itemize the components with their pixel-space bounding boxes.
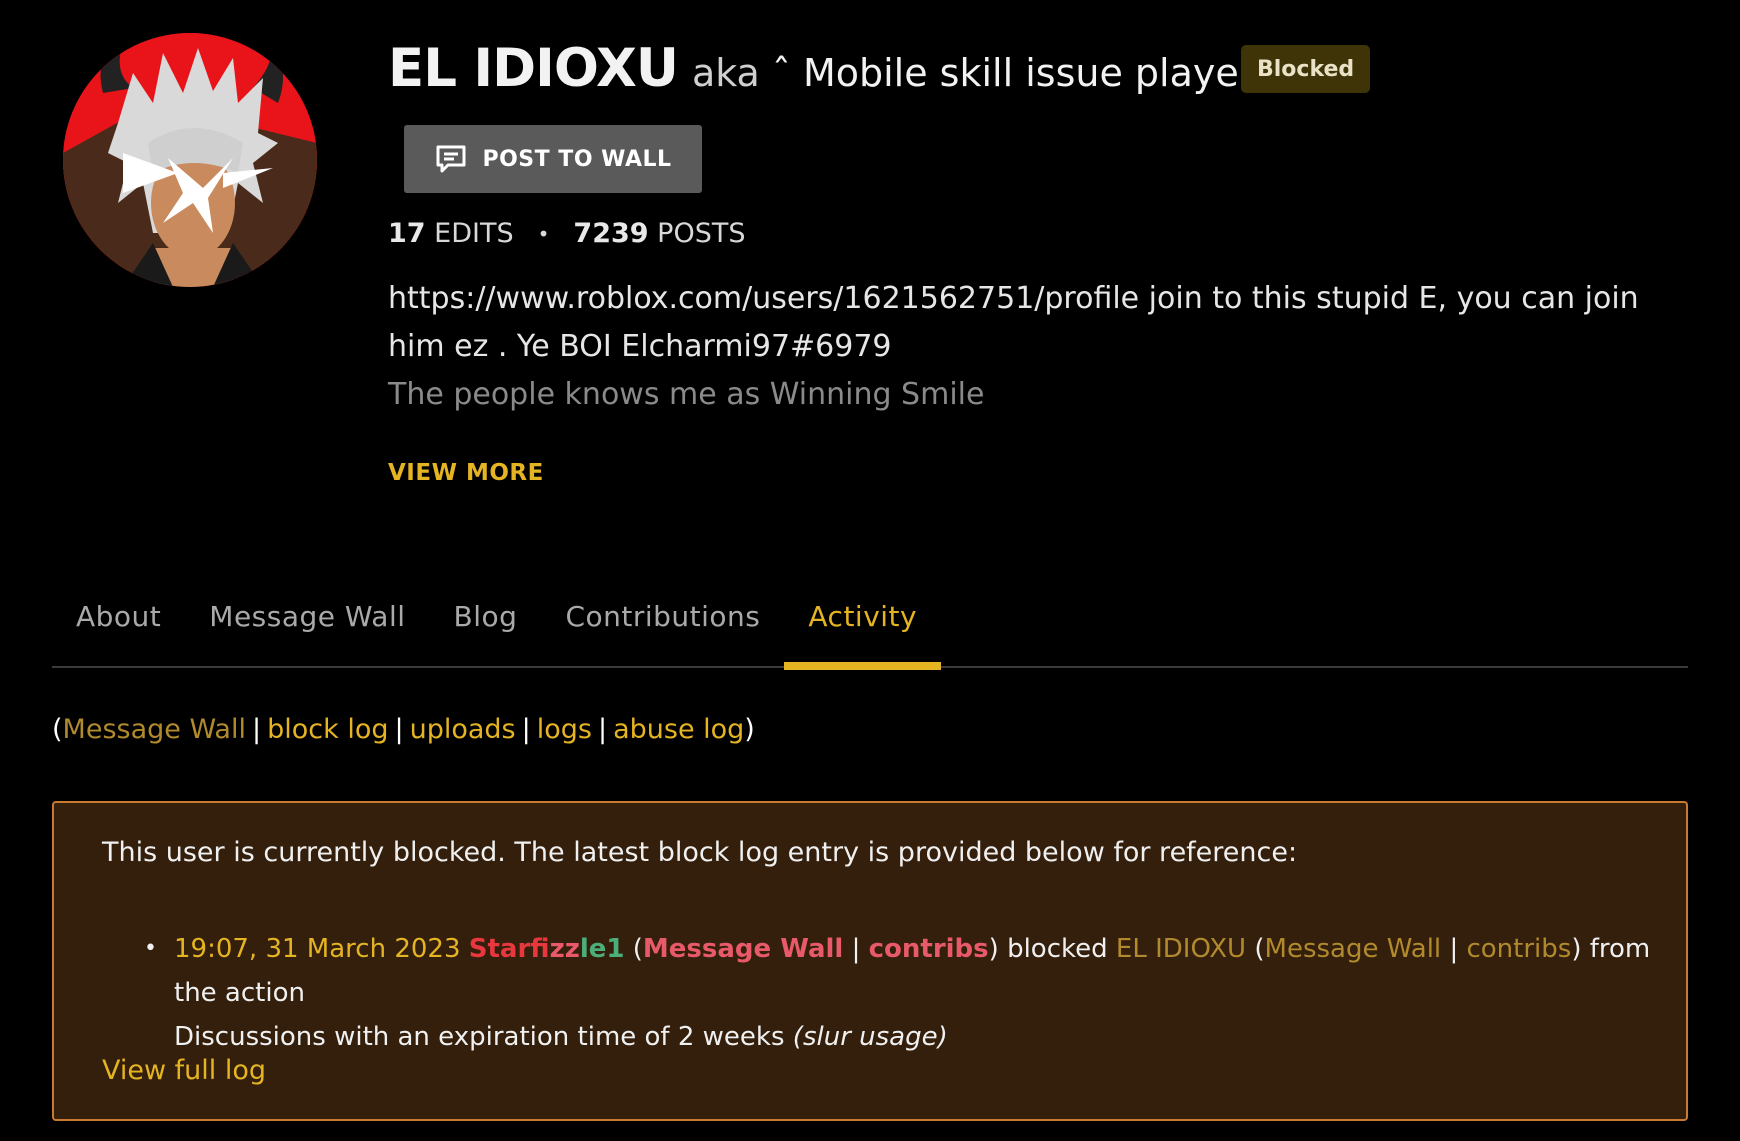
username: EL IDIOXU (388, 38, 679, 99)
tab-message-wall[interactable]: Message Wall (185, 596, 429, 668)
profile-stats: 17 EDITS • 7239 POSTS (388, 218, 745, 249)
post-to-wall-label: POST TO WALL (482, 146, 672, 172)
block-log-link[interactable]: block log (267, 714, 388, 745)
speech-bubble-icon (436, 145, 466, 173)
target-message-wall-link[interactable]: Message Wall (1265, 934, 1442, 964)
edits-label: EDITS (434, 218, 514, 249)
user-tool-links: (Message Wall | block log | uploads | logs | abu… (52, 714, 755, 745)
avatar-image (63, 33, 317, 287)
admin-user-link[interactable]: Starfizzle1 (469, 934, 625, 964)
tab-blog[interactable]: Blog (430, 596, 542, 668)
bio-line: https://www.roblox.com/users/1621562751/… (388, 281, 1639, 316)
target-contribs-link[interactable]: contribs (1466, 934, 1571, 964)
profile-bio: https://www.roblox.com/users/1621562751/… (388, 275, 1688, 419)
bullet-icon: • (144, 936, 157, 961)
posts-label: POSTS (657, 218, 746, 249)
admin-contribs-link[interactable]: contribs (869, 934, 989, 964)
posts-count: 7239 (573, 218, 649, 249)
block-reason: (slur usage) (792, 1022, 948, 1052)
uploads-link[interactable]: uploads (410, 714, 516, 745)
stats-separator: • (537, 221, 550, 246)
block-notice-intro: This user is currently blocked. The late… (102, 837, 1298, 868)
nickname: ˆ Mobile skill issue player (771, 51, 1255, 95)
profile-title-row: EL IDIOXU aka ˆ Mobile skill issue playe… (388, 38, 1254, 99)
tab-about[interactable]: About (52, 596, 185, 668)
abuse-log-link[interactable]: abuse log (613, 714, 744, 745)
block-details: Discussions with an expiration time of 2… (174, 1022, 785, 1052)
tab-activity[interactable]: Activity (784, 596, 941, 670)
blocked-badge: Blocked (1241, 45, 1371, 93)
block-log-entry: • 19:07, 31 March 2023 Starfizzle1 (Mess… (144, 927, 1664, 1059)
target-user-link[interactable]: EL IDIOXU (1116, 934, 1246, 964)
block-notice: This user is currently blocked. The late… (52, 801, 1688, 1121)
bio-line: The people knows me as Winning Smile (388, 377, 985, 412)
view-full-log-link[interactable]: View full log (102, 1055, 266, 1086)
avatar (63, 33, 317, 287)
admin-message-wall-link[interactable]: Message Wall (643, 934, 843, 964)
view-more-link[interactable]: VIEW MORE (388, 460, 544, 486)
logs-link[interactable]: logs (537, 714, 592, 745)
profile-tabs: About Message Wall Blog Contributions Ac… (52, 596, 1688, 670)
aka-label: aka (691, 51, 760, 95)
message-wall-link[interactable]: Message Wall (63, 714, 246, 745)
bio-line: him ez . Ye BOI Elcharmi97#6979 (388, 329, 892, 364)
tab-contributions[interactable]: Contributions (541, 596, 784, 668)
block-timestamp-link[interactable]: 19:07, 31 March 2023 (174, 934, 461, 964)
action-text: blocked (1007, 934, 1108, 964)
edits-count: 17 (388, 218, 426, 249)
post-to-wall-button[interactable]: POST TO WALL (404, 125, 702, 193)
